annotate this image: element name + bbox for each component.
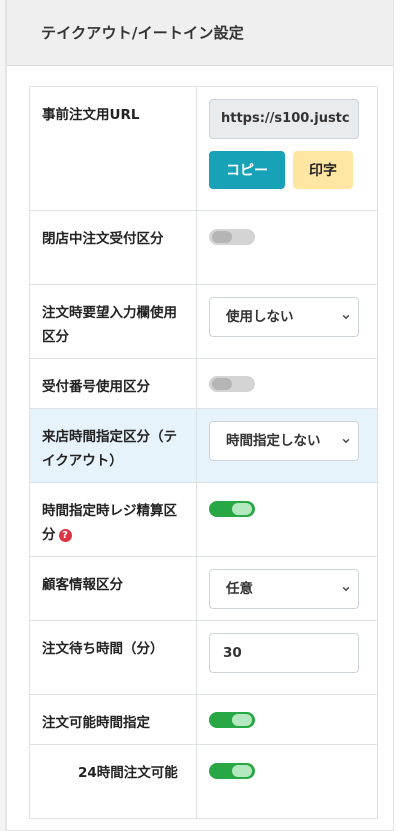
print-button[interactable]: 印字	[293, 151, 353, 189]
copy-button[interactable]: コピー	[209, 151, 285, 189]
chevron-down-icon	[342, 438, 350, 444]
customer-info-select[interactable]: 任意	[209, 569, 359, 609]
reception-number-toggle[interactable]	[209, 376, 255, 392]
closed-orders-label: 閉店中注文受付区分	[29, 210, 197, 285]
toggle-knob	[212, 378, 232, 390]
order-24h-toggle[interactable]	[209, 763, 255, 779]
visit-time-select[interactable]: 時間指定しない	[209, 421, 359, 461]
toggle-knob	[232, 714, 252, 726]
desired-time-field-label: 注文時要望入力欄使用区分	[29, 284, 197, 359]
chevron-down-icon	[342, 314, 350, 320]
order-time-label: 注文可能時間指定	[29, 694, 197, 745]
visit-time-selected: 時間指定しない	[226, 433, 321, 449]
row-desired-time-field: 注文時要望入力欄使用区分 使用しない	[29, 284, 378, 359]
row-order-time: 注文可能時間指定	[29, 694, 378, 745]
reception-number-label: 受付番号使用区分	[29, 358, 197, 409]
settings-table: 事前注文用URL https://s100.justc コピー 印字 閉店中注文…	[29, 86, 378, 819]
preorder-url-label: 事前注文用URL	[29, 86, 197, 211]
customer-info-selected: 任意	[226, 581, 253, 597]
wait-time-label: 注文待ち時間（分）	[29, 620, 197, 695]
toggle-knob	[232, 765, 252, 777]
register-settlement-toggle[interactable]	[209, 501, 255, 517]
card-header: テイクアウト/イートイン設定	[7, 0, 393, 66]
row-closed-orders: 閉店中注文受付区分	[29, 210, 378, 285]
wait-time-input[interactable]: 30	[209, 633, 359, 673]
order-time-toggle[interactable]	[209, 712, 255, 728]
question-circle-icon[interactable]: ?	[58, 528, 72, 542]
row-customer-info: 顧客情報区分 任意	[29, 556, 378, 621]
takeout-settings-card: テイクアウト/イートイン設定 事前注文用URL https://s100.jus…	[6, 0, 394, 831]
order-24h-label: 24時間注文可能	[29, 744, 197, 819]
row-wait-time: 注文待ち時間（分） 30	[29, 620, 378, 695]
chevron-down-icon	[342, 586, 350, 592]
toggle-knob	[212, 231, 232, 243]
preorder-url-field[interactable]: https://s100.justc	[209, 99, 359, 139]
closed-orders-toggle[interactable]	[209, 229, 255, 245]
row-register-settlement: 時間指定時レジ精算区分?	[29, 482, 378, 557]
customer-info-label: 顧客情報区分	[29, 556, 197, 621]
desired-time-field-select[interactable]: 使用しない	[209, 297, 359, 337]
row-order-24h: 24時間注文可能	[29, 744, 378, 819]
desired-time-field-selected: 使用しない	[226, 309, 294, 325]
visit-time-label: 来店時間指定区分（テイクアウト）	[29, 408, 197, 483]
row-reception-number: 受付番号使用区分	[29, 358, 378, 409]
row-preorder-url: 事前注文用URL https://s100.justc コピー 印字	[29, 86, 378, 211]
toggle-knob	[232, 503, 252, 515]
card-title: テイクアウト/イートイン設定	[41, 24, 244, 42]
row-visit-time: 来店時間指定区分（テイクアウト） 時間指定しない	[29, 408, 378, 483]
